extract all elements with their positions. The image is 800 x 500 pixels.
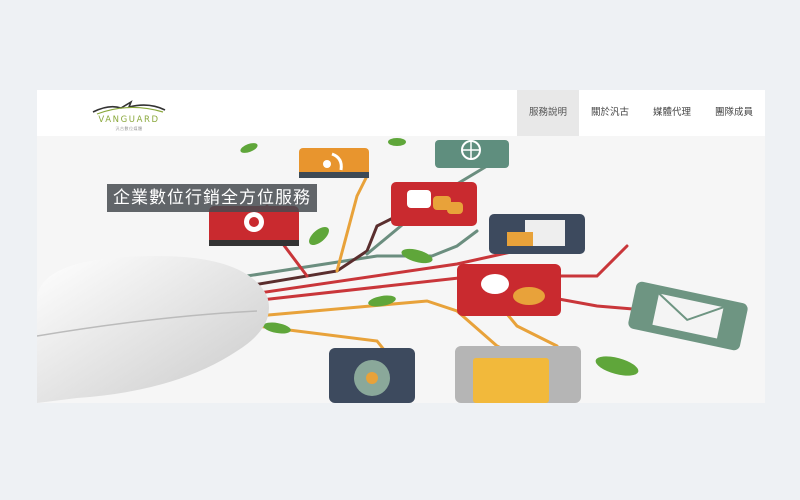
slideshow-icon — [489, 214, 585, 254]
logo-text: VANGUARD — [98, 115, 160, 125]
hero-illustration — [37, 138, 748, 403]
at-sign-icon — [209, 206, 299, 246]
rss-icon — [299, 148, 369, 178]
speech-bubbles-icon — [457, 264, 561, 316]
hero-title: 企業數位行銷全方位服務 — [107, 184, 317, 212]
main-nav: 服務說明 關於汎古 媒體代理 團隊成員 — [516, 90, 765, 136]
vanguard-logo[interactable]: VANGUARD 汎古數位媒體 — [89, 94, 169, 132]
site-header: VANGUARD 汎古數位媒體 服務說明 關於汎古 媒體代理 團隊成員 — [37, 90, 765, 136]
hero-banner: 企業數位行銷全方位服務 — [37, 136, 765, 403]
mail-icon — [628, 281, 748, 351]
folder-icon — [455, 346, 581, 403]
logo-subtitle: 汎古數位媒體 — [115, 126, 143, 131]
chat-bubbles-icon — [391, 182, 477, 226]
nav-item-team[interactable]: 團隊成員 — [703, 90, 765, 136]
globe-icon — [435, 140, 509, 168]
logo-swoosh-icon — [92, 100, 166, 115]
nav-item-about[interactable]: 關於汎古 — [579, 90, 641, 136]
website-frame: VANGUARD 汎古數位媒體 服務說明 關於汎古 媒體代理 團隊成員 企業數位… — [37, 90, 765, 403]
nav-item-services[interactable]: 服務說明 — [516, 90, 579, 136]
nav-item-media-agency[interactable]: 媒體代理 — [641, 90, 703, 136]
cd-disc-icon — [329, 348, 415, 403]
computer-mouse-icon — [37, 256, 269, 403]
